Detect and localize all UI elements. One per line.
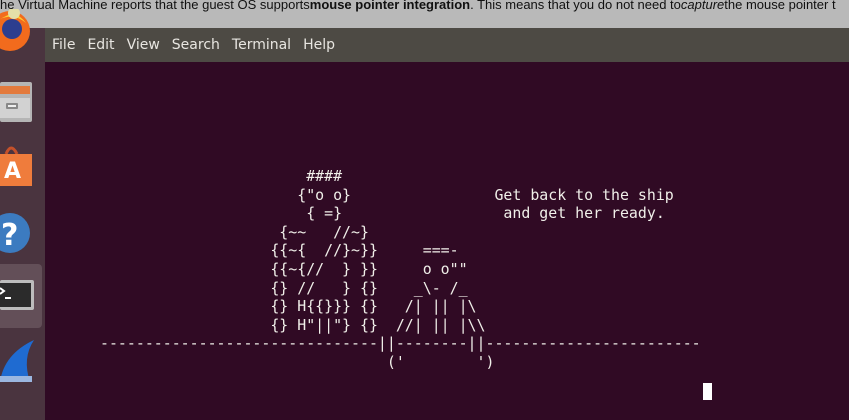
dock-item-firefox[interactable] bbox=[0, 6, 42, 56]
terminal-line: {"o o} Get back to the ship bbox=[100, 185, 674, 204]
notice-text: the mouse pointer t bbox=[724, 0, 836, 12]
dock: A ? bbox=[0, 9, 45, 420]
menu-help[interactable]: Help bbox=[300, 37, 338, 53]
shark-fin-icon bbox=[0, 340, 34, 382]
terminal-ascii-art: #### {"o o} Get back to the ship { =} an… bbox=[100, 167, 701, 372]
notice-italic-text: capture bbox=[680, 0, 725, 12]
dock-item-help[interactable]: ? bbox=[0, 208, 42, 258]
menu-search[interactable]: Search bbox=[169, 37, 223, 53]
notice-bold-text: mouse pointer integration bbox=[309, 0, 471, 12]
dock-item-software[interactable]: A bbox=[0, 140, 42, 190]
terminal-line: #### bbox=[100, 167, 343, 185]
svg-text:?: ? bbox=[1, 218, 18, 253]
terminal-line: {} H"||"} {} //| || |\\ bbox=[100, 315, 486, 334]
menu-file[interactable]: File bbox=[49, 37, 78, 53]
dock-item-terminal[interactable] bbox=[0, 264, 42, 328]
dock-item-wireshark[interactable] bbox=[0, 330, 42, 390]
terminal-menubar: File Edit View Search Terminal Help bbox=[45, 28, 849, 62]
file-cabinet-icon bbox=[0, 82, 32, 122]
menu-view[interactable]: View bbox=[124, 37, 163, 53]
terminal-line: {} H{{}}} {} /| || |\ bbox=[100, 297, 477, 316]
terminal-line: { =} and get her ready. bbox=[100, 204, 665, 223]
help-icon: ? bbox=[0, 213, 30, 253]
menu-edit[interactable]: Edit bbox=[84, 37, 117, 53]
terminal-cursor bbox=[703, 383, 712, 400]
firefox-icon bbox=[0, 9, 30, 51]
terminal-icon bbox=[0, 280, 34, 310]
notice-text: . This means that you do not need to bbox=[470, 0, 681, 12]
svg-text:A: A bbox=[4, 159, 21, 184]
terminal-line: {~~ //~} bbox=[100, 222, 369, 241]
terminal-line: {{~{ //}~}} ===- bbox=[100, 241, 459, 260]
menu-terminal[interactable]: Terminal bbox=[229, 37, 294, 53]
terminal-line: -------------------------------||-------… bbox=[100, 334, 701, 353]
terminal-line: {{~{// } }} o o"" bbox=[100, 259, 468, 278]
shopping-bag-icon: A bbox=[0, 146, 32, 186]
vbox-mouse-integration-notice: he Virtual Machine reports that the gues… bbox=[0, 0, 849, 29]
terminal-line: {} // } {} _\- /_ bbox=[100, 278, 468, 297]
terminal-line: (' ') bbox=[100, 352, 495, 371]
notice-text: he Virtual Machine reports that the gues… bbox=[0, 0, 310, 12]
dock-item-files[interactable] bbox=[0, 76, 42, 126]
